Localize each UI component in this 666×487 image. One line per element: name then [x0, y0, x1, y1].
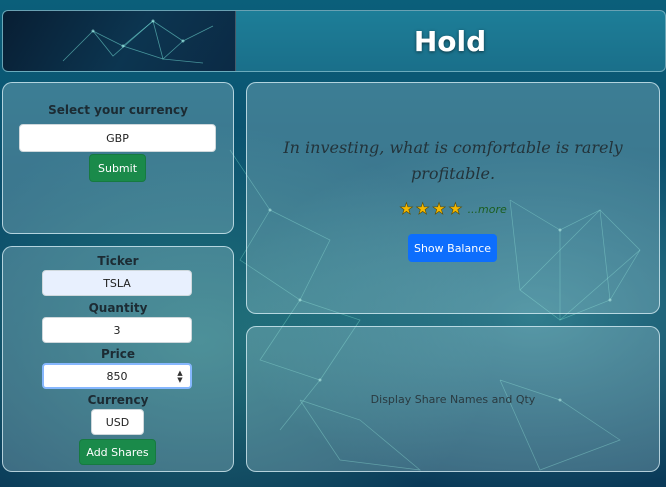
- quantity-input[interactable]: 3: [42, 317, 192, 343]
- investment-quote: In investing, what is comfortable is rar…: [283, 138, 623, 183]
- quantity-label: Quantity: [88, 301, 148, 315]
- star-icon: ★: [415, 199, 430, 218]
- currency-input[interactable]: GBP: [19, 124, 216, 152]
- currency-label: Currency: [87, 393, 149, 407]
- add-shares-panel: Ticker TSLA Quantity 3 Price 850 ▲ ▼ Curr…: [2, 246, 234, 472]
- number-spinner-icon[interactable]: ▲ ▼: [176, 370, 184, 384]
- shares-display-panel: Display Share Names and Qty: [246, 326, 660, 472]
- star-icon: ★: [399, 199, 414, 218]
- shares-display-text: Display Share Names and Qty: [370, 393, 536, 406]
- ticker-input[interactable]: TSLA: [42, 270, 192, 296]
- star-icon: ★: [431, 199, 447, 218]
- more-link[interactable]: ...more: [468, 203, 507, 216]
- currency-select-label: Select your currency: [48, 103, 188, 117]
- quote-rating: ★ ★ ★ ★ ...more: [247, 199, 659, 218]
- add-shares-button[interactable]: Add Shares: [79, 439, 156, 465]
- price-input[interactable]: 850 ▲ ▼: [42, 363, 192, 389]
- price-label: Price: [100, 347, 136, 361]
- ticker-label: Ticker: [97, 254, 139, 268]
- page-title: Hold: [413, 24, 487, 58]
- bull-bear-graphic: [62, 19, 214, 64]
- show-balance-button[interactable]: Show Balance: [408, 234, 497, 262]
- currency-panel: Select your currency GBP Submit: [2, 82, 234, 234]
- header-banner-image: [3, 11, 236, 71]
- quote-panel: In investing, what is comfortable is rar…: [246, 82, 660, 314]
- page-header: Hold: [2, 10, 666, 72]
- star-icon: ★: [448, 199, 463, 218]
- share-currency-input[interactable]: USD: [91, 409, 144, 435]
- price-value: 850: [106, 369, 128, 383]
- submit-button[interactable]: Submit: [89, 154, 146, 182]
